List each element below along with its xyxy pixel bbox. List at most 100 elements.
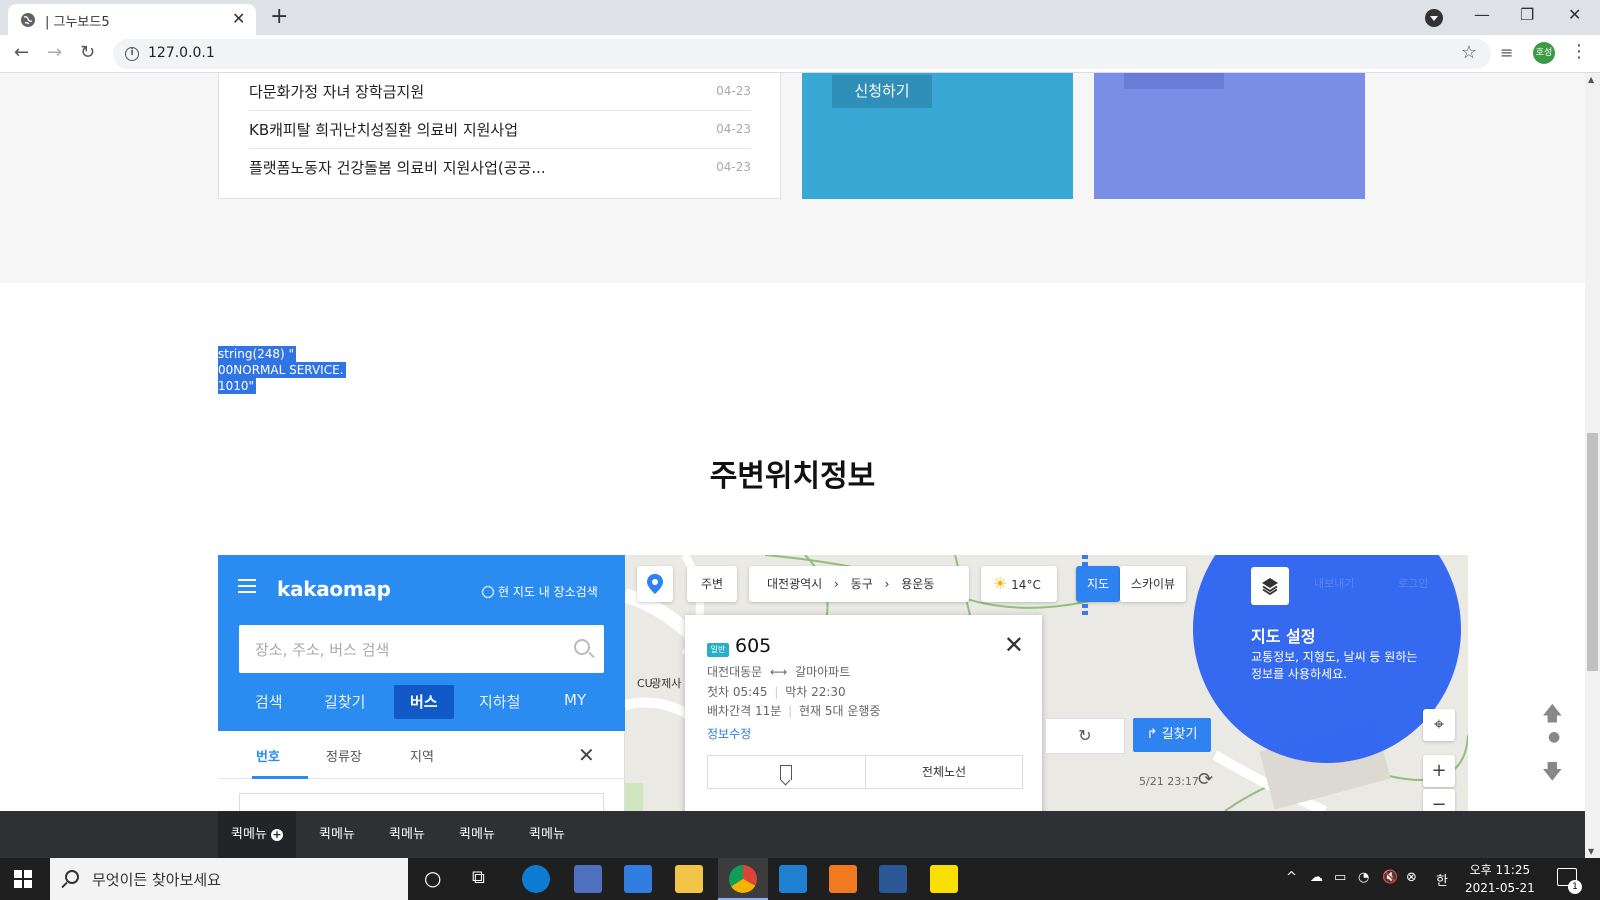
share-button[interactable]: ↻ bbox=[1045, 718, 1125, 754]
volume-muted-icon[interactable]: 🔇 bbox=[1382, 870, 1398, 885]
nav-subway[interactable]: 지하철 bbox=[479, 691, 520, 712]
forward-icon[interactable]: → bbox=[47, 42, 62, 64]
restore-button[interactable]: ❐ bbox=[1520, 5, 1534, 24]
nav-my[interactable]: MY bbox=[564, 691, 586, 709]
bus-number-input[interactable] bbox=[239, 793, 604, 811]
notice-title: 플랫폼노동자 건강돌봄 의료비 지원사업(공공... bbox=[249, 159, 546, 177]
region-breadcrumb[interactable]: 대전광역시 › 동구 › 용운동 bbox=[749, 566, 969, 602]
scroll-dot-icon[interactable]: ● bbox=[1548, 729, 1560, 745]
two-way-arrow-icon: ⟷ bbox=[770, 665, 788, 679]
edit-info-link[interactable]: 정보수정 bbox=[707, 725, 751, 742]
status-error-icon[interactable]: ⊗ bbox=[1406, 870, 1417, 885]
zoom-in-button[interactable]: + bbox=[1423, 755, 1455, 787]
subtab-stop[interactable]: 정류장 bbox=[326, 746, 362, 765]
word-icon[interactable] bbox=[879, 865, 907, 893]
secondary-card-button[interactable] bbox=[1124, 73, 1224, 89]
map-layers-button[interactable] bbox=[1251, 567, 1289, 605]
bookmark-button[interactable] bbox=[708, 756, 866, 788]
kakao-search-input[interactable]: 장소, 주소, 버스 검색 bbox=[239, 625, 604, 673]
skyview-button[interactable]: 스카이뷰 bbox=[1120, 566, 1186, 602]
task-view-icon[interactable]: ⧉ bbox=[472, 867, 485, 888]
kakaotalk-icon[interactable] bbox=[930, 865, 958, 893]
scroll-thumb[interactable] bbox=[1587, 433, 1598, 671]
map-view-button[interactable]: 지도 bbox=[1076, 566, 1120, 602]
separator: | bbox=[774, 685, 779, 699]
close-icon[interactable]: ✕ bbox=[578, 745, 595, 765]
scroll-bottom-arrow-icon[interactable]: 🡇 bbox=[1542, 757, 1563, 791]
export-link[interactable]: 내보내기 bbox=[1314, 575, 1354, 591]
edge-icon[interactable] bbox=[522, 865, 550, 893]
login-link[interactable]: 로그인 bbox=[1398, 575, 1428, 591]
battery-icon[interactable]: ▭ bbox=[1334, 870, 1346, 885]
chrome-icon[interactable] bbox=[729, 865, 757, 893]
quick-menu-add[interactable]: 퀵메뉴 + bbox=[218, 811, 296, 858]
notice-item[interactable]: 다문화가정 자녀 장학금지원 04-23 bbox=[249, 73, 751, 111]
search-icon[interactable] bbox=[574, 639, 590, 655]
current-area-search-toggle[interactable]: 현 지도 내 장소검색 bbox=[482, 583, 598, 600]
file-explorer-icon[interactable] bbox=[675, 865, 703, 893]
store-icon[interactable] bbox=[574, 865, 602, 893]
notice-item[interactable]: 플랫폼노동자 건강돌봄 의료비 지원사업(공공... 04-23 bbox=[249, 149, 751, 187]
nav-bus[interactable]: 버스 bbox=[394, 685, 454, 719]
mail-icon[interactable] bbox=[624, 865, 652, 893]
new-tab-button[interactable]: + bbox=[270, 3, 288, 31]
tab-search-icon[interactable] bbox=[1425, 9, 1443, 27]
subtab-region[interactable]: 지역 bbox=[410, 746, 434, 765]
nav-search[interactable]: 검색 bbox=[255, 691, 283, 712]
apply-button[interactable]: 신청하기 bbox=[832, 75, 932, 108]
quick-menu-item[interactable]: 퀵메뉴 bbox=[446, 811, 508, 858]
region-1[interactable]: 대전광역시 bbox=[767, 577, 822, 591]
system-clock[interactable]: 오후 11:25 2021-05-21 bbox=[1465, 861, 1535, 897]
wifi-icon[interactable]: ◔ bbox=[1358, 870, 1369, 885]
nearby-button[interactable]: 주변 bbox=[687, 566, 737, 602]
windows-start-icon[interactable] bbox=[14, 870, 32, 888]
page-scrollbar[interactable]: ▲ ▼ bbox=[1585, 73, 1600, 858]
cortana-icon[interactable]: ○ bbox=[424, 866, 441, 890]
bus-type-badge: 일반 bbox=[707, 643, 729, 657]
refresh-icon[interactable]: ⟳ bbox=[1198, 769, 1213, 790]
scroll-down-icon[interactable]: ▼ bbox=[1588, 847, 1594, 856]
notice-item[interactable]: KB캐피탈 희귀난치성질환 의료비 지원사업 04-23 bbox=[249, 111, 751, 149]
close-icon[interactable]: ✕ bbox=[1004, 633, 1024, 657]
menu-dots-icon[interactable]: ⋮ bbox=[1570, 41, 1588, 62]
close-window-button[interactable]: ✕ bbox=[1568, 5, 1581, 24]
reload-icon[interactable]: ↻ bbox=[80, 42, 95, 64]
hamburger-menu-icon[interactable] bbox=[238, 579, 256, 593]
profile-avatar[interactable]: 호성 bbox=[1533, 42, 1555, 64]
scroll-up-icon[interactable]: ▲ bbox=[1588, 75, 1594, 84]
current-location-button[interactable]: ⌖ bbox=[1423, 709, 1455, 741]
region-3[interactable]: 용운동 bbox=[901, 577, 934, 591]
full-route-button[interactable]: 전체노선 bbox=[866, 756, 1022, 788]
weather-chip[interactable]: ☀ 14°C bbox=[981, 566, 1057, 602]
browser-tab[interactable]: | 그누보드5 ✕ bbox=[8, 4, 256, 35]
map-marker-button[interactable] bbox=[637, 566, 673, 602]
media-queue-icon[interactable]: ≡ bbox=[1500, 43, 1513, 62]
route-search-button[interactable]: ↱ 길찾기 bbox=[1133, 718, 1211, 752]
zoom-out-button[interactable]: − bbox=[1423, 789, 1455, 811]
onedrive-icon[interactable]: ☁ bbox=[1310, 870, 1323, 885]
first-bus: 첫차 05:45 bbox=[707, 685, 768, 699]
kakao-logo: kakaomap bbox=[277, 577, 391, 601]
minimize-button[interactable]: — bbox=[1474, 5, 1490, 24]
tray-chevron-up-icon[interactable]: ^ bbox=[1286, 870, 1297, 885]
quick-menu-item[interactable]: 퀵메뉴 bbox=[516, 811, 578, 858]
kakao-map-embed[interactable]: CU 광제사 kakaomap 현 지도 내 장소검색 장소, 주소, 버스 검… bbox=[218, 555, 1468, 811]
bookmark-star-icon[interactable]: ☆ bbox=[1461, 42, 1477, 63]
quick-menu-item[interactable]: 퀵메뉴 bbox=[306, 811, 368, 858]
omnibox[interactable]: i 127.0.0.1 ☆ bbox=[113, 39, 1491, 69]
subtab-number[interactable]: 번호 bbox=[256, 746, 280, 765]
nav-directions[interactable]: 길찾기 bbox=[324, 691, 365, 712]
xampp-icon[interactable] bbox=[829, 865, 857, 893]
vscode-icon[interactable] bbox=[779, 865, 807, 893]
region-2[interactable]: 동구 bbox=[851, 577, 873, 591]
taskbar-search-input[interactable]: 무엇이든 찾아보세요 bbox=[50, 858, 408, 900]
ime-indicator[interactable]: 한 bbox=[1436, 870, 1448, 889]
kakao-side-panel: kakaomap 현 지도 내 장소검색 장소, 주소, 버스 검색 검색 길찾… bbox=[218, 555, 625, 811]
close-tab-icon[interactable]: ✕ bbox=[232, 9, 245, 29]
info-icon[interactable]: i bbox=[125, 47, 139, 61]
last-bus: 막차 22:30 bbox=[785, 685, 846, 699]
scroll-top-arrow-icon[interactable]: 🡅 bbox=[1542, 699, 1563, 733]
globe-icon bbox=[21, 13, 35, 27]
quick-menu-item[interactable]: 퀵메뉴 bbox=[376, 811, 438, 858]
back-icon[interactable]: ← bbox=[14, 42, 29, 64]
